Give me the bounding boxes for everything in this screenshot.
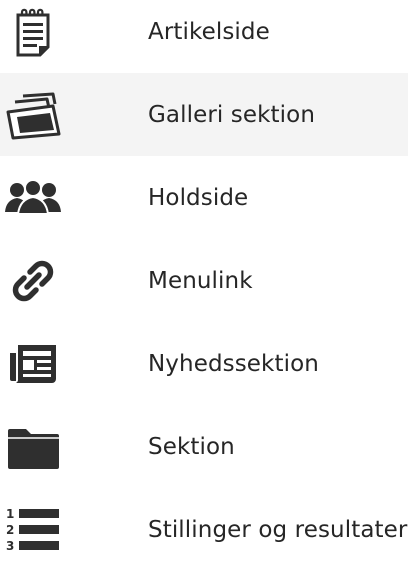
menu-item-label: Nyhedssektion: [148, 350, 319, 377]
link-icon: [0, 239, 66, 322]
team-icon: [0, 156, 66, 239]
menu-item-label: Artikelside: [148, 18, 270, 45]
list-number: 1: [6, 507, 14, 521]
menu-item-label: Menulink: [148, 267, 253, 294]
page-type-menu: Artikelside Galleri sektion Holdside Men…: [0, 0, 408, 562]
menu-item-menulink[interactable]: Menulink: [0, 239, 408, 322]
menu-item-artikelside[interactable]: Artikelside: [0, 0, 408, 73]
menu-item-label: Sektion: [148, 433, 235, 460]
menu-item-galleri-sektion[interactable]: Galleri sektion: [0, 73, 408, 156]
news-icon: [0, 322, 66, 405]
gallery-icon: [0, 73, 66, 156]
menu-item-stillinger-og-resultater[interactable]: 1 2 3 Stillinger og resultater: [0, 488, 408, 562]
folder-icon: [0, 405, 66, 488]
menu-item-label: Galleri sektion: [148, 101, 316, 128]
menu-item-holdside[interactable]: Holdside: [0, 156, 408, 239]
numbered-list-icon: 1 2 3: [0, 488, 66, 562]
menu-item-sektion[interactable]: Sektion: [0, 405, 408, 488]
menu-item-label: Stillinger og resultater: [148, 516, 408, 543]
menu-item-label: Holdside: [148, 184, 249, 211]
list-number: 2: [6, 523, 14, 537]
menu-item-nyhedssektion[interactable]: Nyhedssektion: [0, 322, 408, 405]
article-page-icon: [0, 0, 66, 73]
list-number: 3: [6, 539, 14, 553]
